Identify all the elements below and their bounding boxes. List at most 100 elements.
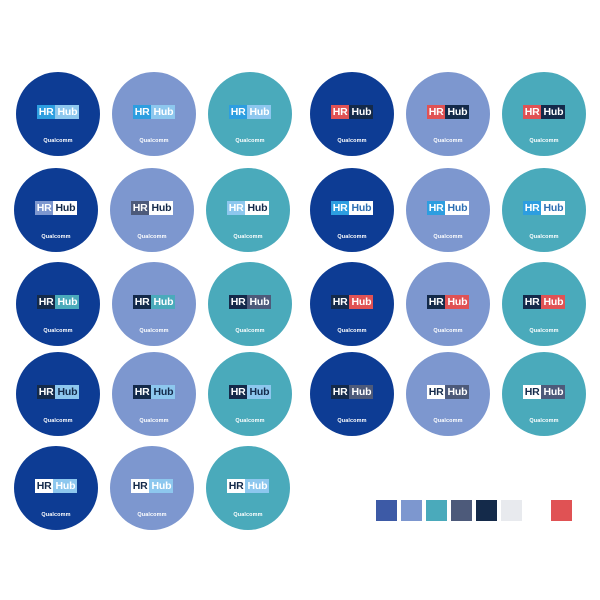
hub-label: Hub	[55, 385, 80, 399]
hr-label: HR	[426, 295, 446, 309]
qualcomm-wordmark: Qualcomm	[43, 138, 73, 144]
hr-label: HR	[36, 105, 56, 119]
qualcomm-wordmark: Qualcomm	[139, 328, 169, 334]
hr-label: HR	[522, 105, 542, 119]
hr-label: HR	[330, 201, 350, 215]
logo-badge: HR Hub Qualcomm	[16, 262, 100, 346]
qualcomm-wordmark: Qualcomm	[529, 328, 559, 334]
hr-hub-logo: HR Hub	[310, 201, 394, 215]
hr-label: HR	[36, 295, 56, 309]
logo-badge: HR Hub Qualcomm	[206, 168, 290, 252]
hr-label: HR	[330, 105, 350, 119]
hr-hub-logo: HR Hub	[14, 201, 98, 215]
hub-label: Hub	[445, 201, 470, 215]
color-swatch	[551, 500, 572, 521]
hub-label: Hub	[149, 479, 174, 493]
hr-hub-logo: HR Hub	[16, 295, 100, 309]
hub-label: Hub	[541, 295, 566, 309]
qualcomm-wordmark: Qualcomm	[137, 512, 167, 518]
logo-badge: HR Hub Qualcomm	[16, 352, 100, 436]
logo-badge: HR Hub Qualcomm	[14, 446, 98, 530]
hr-hub-logo: HR Hub	[310, 295, 394, 309]
logo-badge: HR Hub Qualcomm	[406, 72, 490, 156]
logo-badge: HR Hub Qualcomm	[112, 352, 196, 436]
qualcomm-wordmark: Qualcomm	[139, 418, 169, 424]
logo-badge: HR Hub Qualcomm	[310, 352, 394, 436]
hr-hub-logo: HR Hub	[208, 385, 292, 399]
hr-label: HR	[228, 105, 248, 119]
logo-badge: HR Hub Qualcomm	[406, 168, 490, 252]
qualcomm-wordmark: Qualcomm	[433, 138, 463, 144]
hub-label: Hub	[245, 479, 270, 493]
hr-hub-logo: HR Hub	[112, 385, 196, 399]
qualcomm-wordmark: Qualcomm	[235, 418, 265, 424]
hub-label: Hub	[247, 295, 272, 309]
hr-label: HR	[426, 201, 446, 215]
hr-hub-logo: HR Hub	[406, 385, 490, 399]
hr-hub-logo: HR Hub	[206, 479, 290, 493]
qualcomm-wordmark: Qualcomm	[337, 328, 367, 334]
logo-badge: HR Hub Qualcomm	[16, 72, 100, 156]
hr-label: HR	[130, 201, 150, 215]
hub-label: Hub	[349, 105, 374, 119]
hr-hub-logo: HR Hub	[112, 105, 196, 119]
hr-label: HR	[522, 385, 542, 399]
qualcomm-wordmark: Qualcomm	[235, 138, 265, 144]
hub-label: Hub	[149, 201, 174, 215]
hub-label: Hub	[55, 105, 80, 119]
hr-label: HR	[226, 479, 246, 493]
hr-label: HR	[132, 295, 152, 309]
qualcomm-wordmark: Qualcomm	[337, 418, 367, 424]
logo-badge: HR Hub Qualcomm	[310, 72, 394, 156]
hr-label: HR	[426, 105, 446, 119]
hr-hub-logo: HR Hub	[310, 105, 394, 119]
qualcomm-wordmark: Qualcomm	[529, 418, 559, 424]
hr-label: HR	[426, 385, 446, 399]
qualcomm-wordmark: Qualcomm	[235, 328, 265, 334]
qualcomm-wordmark: Qualcomm	[43, 328, 73, 334]
hub-label: Hub	[445, 385, 470, 399]
hub-label: Hub	[349, 201, 374, 215]
hub-label: Hub	[541, 385, 566, 399]
logo-badge: HR Hub Qualcomm	[14, 168, 98, 252]
hub-label: Hub	[55, 295, 80, 309]
hr-hub-logo: HR Hub	[14, 479, 98, 493]
hr-label: HR	[132, 385, 152, 399]
hr-hub-logo: HR Hub	[206, 201, 290, 215]
logo-badge: HR Hub Qualcomm	[112, 72, 196, 156]
hr-hub-logo: HR Hub	[406, 201, 490, 215]
hr-label: HR	[226, 201, 246, 215]
qualcomm-wordmark: Qualcomm	[41, 512, 71, 518]
qualcomm-wordmark: Qualcomm	[433, 328, 463, 334]
hr-label: HR	[330, 385, 350, 399]
color-swatch	[401, 500, 422, 521]
hub-label: Hub	[245, 201, 270, 215]
logo-badge: HR Hub Qualcomm	[110, 446, 194, 530]
hub-label: Hub	[151, 105, 176, 119]
logo-badge: HR Hub Qualcomm	[406, 352, 490, 436]
hr-hub-logo: HR Hub	[208, 105, 292, 119]
logo-badge: HR Hub Qualcomm	[310, 168, 394, 252]
qualcomm-wordmark: Qualcomm	[529, 138, 559, 144]
logo-badge: HR Hub Qualcomm	[206, 446, 290, 530]
hr-label: HR	[228, 295, 248, 309]
qualcomm-wordmark: Qualcomm	[137, 234, 167, 240]
hr-hub-logo: HR Hub	[16, 105, 100, 119]
hub-label: Hub	[53, 201, 78, 215]
hr-label: HR	[522, 201, 542, 215]
color-swatch	[451, 500, 472, 521]
logo-badge: HR Hub Qualcomm	[112, 262, 196, 346]
logo-badge: HR Hub Qualcomm	[502, 72, 586, 156]
hr-hub-logo: HR Hub	[406, 295, 490, 309]
hub-label: Hub	[151, 295, 176, 309]
hr-hub-logo: HR Hub	[16, 385, 100, 399]
hub-label: Hub	[445, 295, 470, 309]
hr-label: HR	[330, 295, 350, 309]
qualcomm-wordmark: Qualcomm	[233, 512, 263, 518]
hub-label: Hub	[541, 105, 566, 119]
hr-hub-logo: HR Hub	[502, 385, 586, 399]
hub-label: Hub	[349, 385, 374, 399]
logo-badge: HR Hub Qualcomm	[502, 352, 586, 436]
qualcomm-wordmark: Qualcomm	[41, 234, 71, 240]
hr-hub-logo: HR Hub	[110, 479, 194, 493]
